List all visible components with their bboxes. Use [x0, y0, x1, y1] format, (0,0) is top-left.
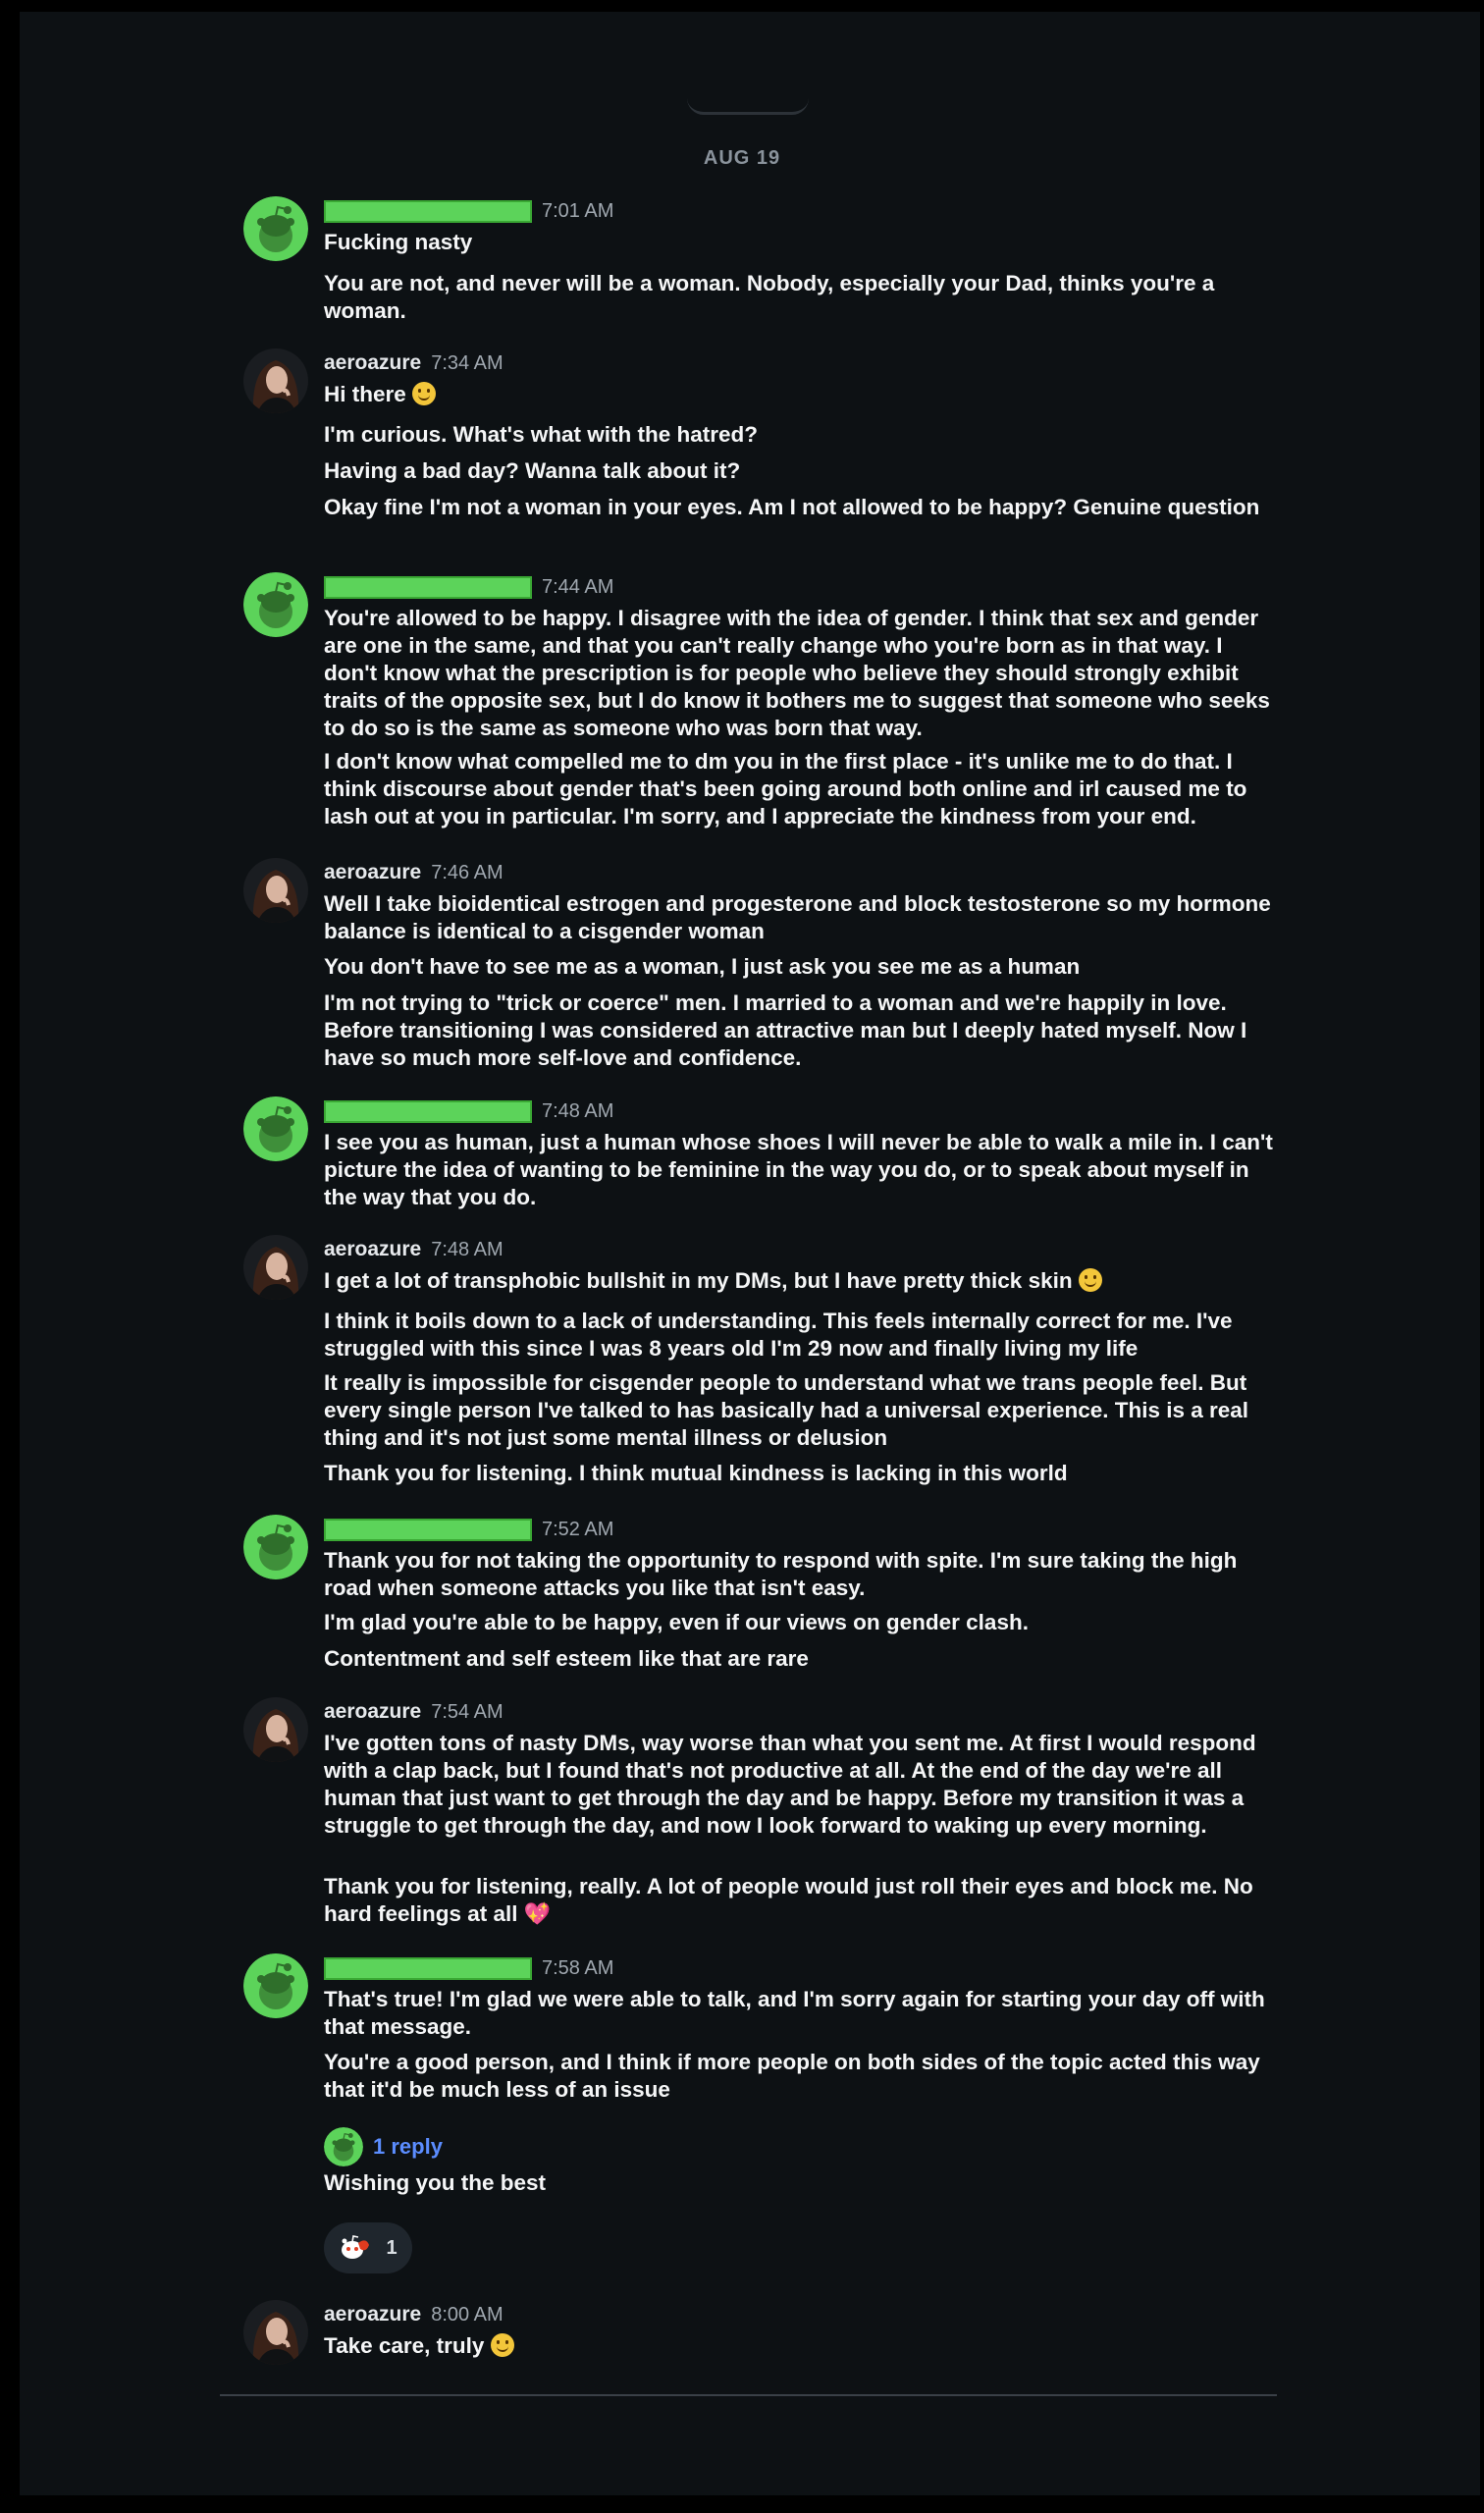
- timestamp: 7:44 AM: [542, 575, 614, 598]
- heart-emoji-icon: 💖: [523, 1901, 552, 1926]
- bottom-divider: [220, 2394, 1277, 2396]
- message-text: I've gotten tons of nasty DMs, way worse…: [324, 1731, 1256, 1838]
- redacted-username: [324, 199, 532, 223]
- message-text: I don't know what compelled me to dm you…: [324, 749, 1247, 829]
- message-text: Hi there: [324, 381, 1276, 408]
- redacted-username: [324, 1518, 532, 1541]
- profile-photo-icon: [243, 2300, 308, 2365]
- message-text: I get a lot of transphobic bullshit in m…: [324, 1267, 1276, 1295]
- redacted-username: [324, 575, 532, 599]
- date-divider: AUG 19: [703, 147, 781, 169]
- timestamp: 7:48 AM: [431, 1238, 504, 1260]
- message-text: Okay fine I'm not a woman in your eyes. …: [324, 495, 1260, 519]
- profile-photo-icon: [243, 1235, 308, 1300]
- user-avatar[interactable]: [243, 1235, 308, 1300]
- timestamp: 7:54 AM: [431, 1700, 504, 1723]
- timestamp: 7:48 AM: [542, 1099, 614, 1122]
- message-text: You are not, and never will be a woman. …: [324, 271, 1215, 323]
- user-avatar[interactable]: [243, 858, 308, 923]
- message-text: I'm glad you're able to be happy, even i…: [324, 1610, 1029, 1634]
- snoo-reaction-icon: [342, 2235, 370, 2259]
- message-text: Contentment and self esteem like that ar…: [324, 1646, 809, 1671]
- profile-photo-icon: [243, 858, 308, 923]
- smile-emoji-icon: [412, 382, 437, 405]
- message-text: Wishing you the best: [324, 2170, 547, 2195]
- message-text: Well I take bioidentical estrogen and pr…: [324, 891, 1271, 943]
- profile-photo-icon: [243, 1697, 308, 1762]
- snoo-avatar-icon: [243, 1096, 308, 1161]
- message-text: Thank you for listening, really. A lot o…: [324, 1874, 1253, 1926]
- user-avatar[interactable]: [243, 348, 308, 413]
- redacted-username: [324, 1956, 532, 1980]
- user-avatar[interactable]: [243, 1515, 308, 1579]
- message-text: Having a bad day? Wanna talk about it?: [324, 458, 741, 483]
- profile-photo-icon: [243, 348, 308, 413]
- smile-emoji-icon: [1078, 1268, 1102, 1292]
- user-avatar[interactable]: [243, 572, 308, 637]
- user-avatar[interactable]: [243, 196, 308, 261]
- snoo-avatar-icon: [243, 1953, 308, 2018]
- reply-count-link[interactable]: 1 reply: [373, 2134, 443, 2160]
- username[interactable]: aeroazure: [324, 861, 421, 884]
- snoo-avatar-icon: [243, 1515, 308, 1579]
- timestamp: 7:52 AM: [542, 1518, 614, 1540]
- smile-emoji-icon: [490, 2333, 514, 2357]
- user-avatar[interactable]: [243, 2300, 308, 2365]
- username[interactable]: aeroazure: [324, 351, 421, 375]
- snoo-avatar-icon: [324, 2127, 363, 2166]
- thread-reply[interactable]: 1 reply: [324, 2125, 443, 2168]
- user-avatar[interactable]: [243, 1953, 308, 2018]
- reaction-chip[interactable]: 1: [324, 2222, 412, 2273]
- message-text: Fucking nasty: [324, 230, 473, 254]
- message-text: I see you as human, just a human whose s…: [324, 1130, 1273, 1209]
- message-text: You're allowed to be happy. I disagree w…: [324, 606, 1270, 740]
- message-text: Take care, truly: [324, 2332, 1276, 2360]
- message-text: You're a good person, and I think if mor…: [324, 2050, 1260, 2102]
- timestamp: 7:34 AM: [431, 351, 504, 374]
- snoo-avatar-icon: [243, 572, 308, 637]
- message-text: It really is impossible for cisgender pe…: [324, 1370, 1249, 1450]
- redacted-username: [324, 1099, 532, 1123]
- username[interactable]: aeroazure: [324, 1700, 421, 1724]
- username[interactable]: aeroazure: [324, 2303, 421, 2326]
- snoo-avatar-icon: [243, 196, 308, 261]
- user-avatar[interactable]: [243, 1096, 308, 1161]
- timestamp: 7:58 AM: [542, 1956, 614, 1979]
- message-text: I think it boils down to a lack of under…: [324, 1309, 1233, 1361]
- scroll-handle[interactable]: [687, 98, 809, 115]
- message-text: Thank you for not taking the opportunity…: [324, 1548, 1238, 1600]
- username[interactable]: aeroazure: [324, 1238, 421, 1261]
- message-text: I'm curious. What's what with the hatred…: [324, 422, 758, 447]
- timestamp: 8:00 AM: [431, 2303, 504, 2326]
- message-text: Thank you for listening. I think mutual …: [324, 1461, 1068, 1485]
- message-text: I'm not trying to "trick or coerce" men.…: [324, 990, 1247, 1070]
- message-text: You don't have to see me as a woman, I j…: [324, 954, 1081, 979]
- reply-avatar: [324, 2127, 363, 2166]
- user-avatar[interactable]: [243, 1697, 308, 1762]
- timestamp: 7:01 AM: [542, 199, 614, 222]
- timestamp: 7:46 AM: [431, 861, 504, 883]
- message-text: That's true! I'm glad we were able to ta…: [324, 1987, 1265, 2039]
- reaction-count: 1: [386, 2236, 398, 2259]
